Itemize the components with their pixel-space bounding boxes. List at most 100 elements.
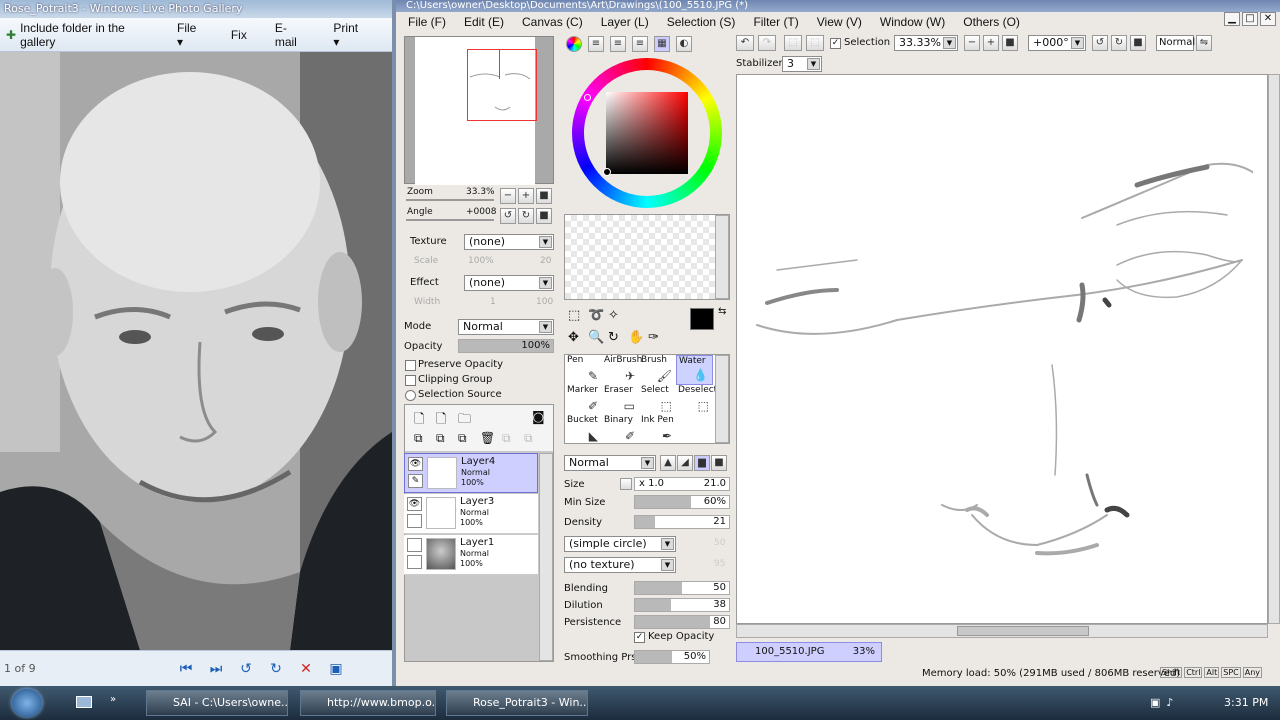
opacity-slider[interactable]: 100% <box>458 339 554 353</box>
eyedropper-icon[interactable]: ✑ <box>648 330 659 345</box>
horizontal-scrollbar[interactable] <box>736 624 1268 638</box>
clipping-group-checkbox[interactable] <box>405 375 416 386</box>
visibility-eye-icon[interactable] <box>407 538 422 552</box>
previous-icon[interactable]: ⏮ <box>174 658 198 680</box>
hand-icon[interactable]: ✋ <box>628 330 644 345</box>
hsv-slider-tab-icon[interactable]: ≡ <box>610 36 626 52</box>
include-folder-button[interactable]: Include folder in the gallery <box>20 21 149 49</box>
clock[interactable]: 3:31 PM <box>1224 696 1268 709</box>
layer-row-layer4[interactable]: 👁 ✎ Layer4 Normal 100% <box>404 453 538 493</box>
selection-source-radio[interactable] <box>405 390 416 401</box>
menu-edit[interactable]: Edit (E) <box>464 15 504 29</box>
min-size-slider[interactable]: 60% <box>634 495 730 509</box>
horizontal-scroll-thumb[interactable] <box>957 626 1089 636</box>
swatches-tab-icon[interactable]: ▦ <box>654 36 670 52</box>
zoom-fit-icon[interactable]: ■ <box>1002 35 1018 51</box>
tool-airbrush[interactable]: AirBrush ✈ <box>602 355 642 385</box>
zoom-plus-icon[interactable]: + <box>983 35 999 51</box>
angle-slider[interactable] <box>406 219 494 221</box>
swatch-scrollbar[interactable] <box>715 215 729 299</box>
persistence-slider[interactable]: 80 <box>634 615 730 629</box>
tray-volume-icon[interactable]: ♪ <box>1166 696 1173 709</box>
magic-wand-icon[interactable]: ✧ <box>608 308 619 323</box>
quicklaunch-overflow-icon[interactable]: » <box>110 694 116 705</box>
delete-icon[interactable]: ✕ <box>294 658 318 680</box>
email-menu[interactable]: E-mail <box>275 21 306 49</box>
primary-color-swatch[interactable] <box>690 308 714 330</box>
new-set-icon[interactable]: 🗋 <box>436 410 446 432</box>
canvas-blend-select[interactable]: Normal <box>1156 35 1195 51</box>
stabilizer-select[interactable]: 3 ▼ <box>782 56 822 72</box>
lasso-icon[interactable]: ➰ <box>588 308 604 323</box>
brush-texture-select[interactable]: (no texture) ▼ <box>564 557 676 573</box>
move-icon[interactable]: ✥ <box>568 330 579 345</box>
tool-bucket[interactable]: Bucket ◣ <box>565 415 602 445</box>
pen-lock-icon[interactable] <box>407 514 422 528</box>
brush-shape-3-icon[interactable]: ▆ <box>694 455 710 471</box>
print-menu[interactable]: Print ▾ <box>333 21 364 49</box>
pen-lock-icon[interactable]: ✎ <box>408 474 423 488</box>
rotate-left-icon[interactable]: ↺ <box>234 658 258 680</box>
vertical-scrollbar[interactable] <box>1268 74 1280 624</box>
rotate-ccw-icon[interactable]: ↺ <box>500 208 516 224</box>
hue-ring[interactable] <box>572 58 722 208</box>
redo-icon[interactable]: ↷ <box>758 35 776 51</box>
next-icon[interactable]: ⏭ <box>204 658 228 680</box>
tray-network-icon[interactable]: ▣ <box>1150 696 1160 709</box>
blending-slider[interactable]: 50 <box>634 581 730 595</box>
layer-mode-select[interactable]: Normal ▼ <box>458 319 554 335</box>
tool-brush[interactable]: Brush 🖌 <box>639 355 676 385</box>
taskbar-item-browser[interactable]: http://www.bmop.o... <box>300 690 436 716</box>
rotate-reset-tool-icon[interactable]: ■ <box>1130 35 1146 51</box>
show-desktop-icon[interactable] <box>76 696 92 708</box>
tool-eraser[interactable]: Eraser ▭ <box>602 385 639 415</box>
preserve-opacity-checkbox[interactable] <box>405 360 416 371</box>
layer-mask-icon[interactable]: ◙ <box>532 410 545 425</box>
rotate-left-tool-icon[interactable]: ↺ <box>1092 35 1108 51</box>
clear-layer-icon[interactable]: ⧉ <box>458 431 467 446</box>
fix-menu[interactable]: Fix <box>231 28 247 42</box>
new-layer-icon[interactable]: 🗋 <box>414 410 424 432</box>
start-button[interactable] <box>12 689 42 717</box>
layer-scrollbar[interactable] <box>539 453 553 661</box>
pen-lock-icon[interactable] <box>407 555 422 569</box>
color-wheel-tab-icon[interactable] <box>566 36 582 52</box>
density-slider[interactable]: 21 <box>634 515 730 529</box>
tool-scrollbar[interactable] <box>715 355 729 443</box>
visibility-eye-icon[interactable]: 👁 <box>408 457 423 471</box>
tool-marker[interactable]: Marker ✐ <box>565 385 602 415</box>
document-tab[interactable]: 100_5510.JPG 33% <box>736 642 882 662</box>
scratchpad-tab-icon[interactable]: ◐ <box>676 36 692 52</box>
rotation-select[interactable]: +000° ▼ <box>1028 35 1086 51</box>
swatch-grid[interactable] <box>564 214 730 300</box>
zoom-out-icon[interactable]: − <box>500 188 516 204</box>
deselect-icon[interactable]: ⬚ <box>784 35 802 51</box>
merge-icon[interactable]: ⧉ <box>502 431 511 446</box>
zoom-select[interactable]: 33.33% ▼ <box>894 35 958 51</box>
brush-shape-1-icon[interactable]: ▲ <box>660 455 676 471</box>
tool-deselect[interactable]: Deselect ⬚ <box>676 385 717 415</box>
magnifier-icon[interactable]: 🔍 <box>588 330 604 345</box>
size-mult-dropdown[interactable] <box>620 478 632 490</box>
menu-view[interactable]: View (V) <box>817 15 862 29</box>
undo-icon[interactable]: ↶ <box>736 35 754 51</box>
rect-select-icon[interactable]: ⬚ <box>568 308 580 323</box>
tool-binary[interactable]: Binary ✐ <box>602 415 639 445</box>
tool-select[interactable]: Select ⬚ <box>639 385 676 415</box>
menu-selection[interactable]: Selection (S) <box>667 15 736 29</box>
visibility-eye-icon[interactable]: 👁 <box>407 497 422 511</box>
brush-shape-4-icon[interactable]: ■ <box>711 455 727 471</box>
rotate-cw-icon[interactable]: ↻ <box>518 208 534 224</box>
rotate-right-icon[interactable]: ↻ <box>264 658 288 680</box>
invert-select-icon[interactable]: ⬚ <box>806 35 824 51</box>
zoom-in-icon[interactable]: + <box>518 188 534 204</box>
selection-checkbox[interactable]: ✓ <box>830 38 841 49</box>
sv-square[interactable] <box>606 92 688 174</box>
menu-others[interactable]: Others (O) <box>963 15 1020 29</box>
rotate-reset-icon[interactable]: ■ <box>536 208 552 224</box>
rotate-tool-icon[interactable]: ↻ <box>608 330 619 345</box>
layer-row-layer3[interactable]: 👁 Layer3 Normal 100% <box>404 494 538 534</box>
menu-layer[interactable]: Layer (L) <box>601 15 649 29</box>
brush-shape-2-icon[interactable]: ◢ <box>677 455 693 471</box>
navigator-panel[interactable] <box>404 36 554 185</box>
